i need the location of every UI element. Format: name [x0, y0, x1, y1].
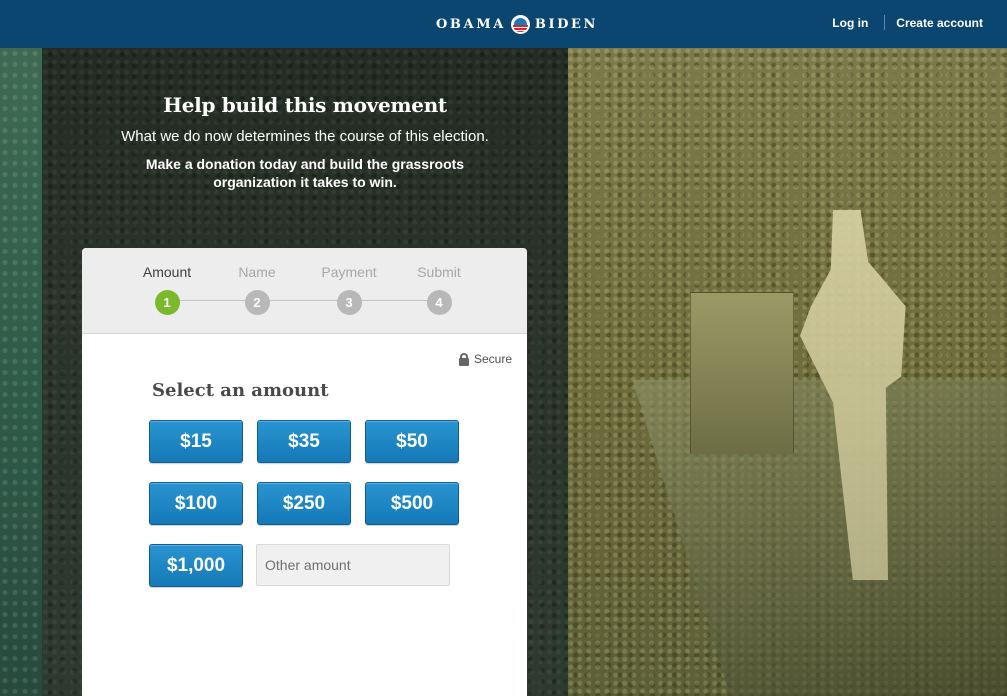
other-amount-input[interactable]: [256, 544, 450, 586]
campaign-logo[interactable]: OBAMA BIDEN: [436, 13, 598, 35]
secure-indicator: Secure: [458, 352, 512, 366]
amount-1000-button[interactable]: $1,000: [149, 544, 243, 587]
logo-text-right: BIDEN: [534, 16, 599, 32]
amount-250-button[interactable]: $250: [257, 482, 351, 525]
amount-15-button[interactable]: $15: [149, 420, 243, 463]
step-number-badge: 4: [426, 290, 452, 315]
campaign-o-logo-icon: [510, 14, 530, 34]
background-photo-left-panel: [0, 48, 42, 696]
amount-50-button[interactable]: $50: [365, 420, 459, 463]
step-number-badge: 2: [244, 290, 270, 315]
amount-35-button[interactable]: $35: [257, 420, 351, 463]
step-submit: Submit 4: [394, 264, 484, 315]
step-label: Name: [238, 264, 276, 280]
login-link[interactable]: Log in: [832, 16, 868, 30]
amount-100-button[interactable]: $100: [149, 482, 243, 525]
step-connector: [349, 300, 439, 301]
step-label: Amount: [142, 264, 192, 280]
create-account-link[interactable]: Create account: [896, 16, 983, 30]
step-connector: [167, 300, 257, 301]
step-label: Submit: [417, 264, 461, 280]
lock-icon: [458, 352, 469, 366]
step-number-badge: 3: [336, 290, 362, 315]
podium-shape: [690, 292, 794, 454]
top-nav-bar: OBAMA BIDEN Log in Create account: [0, 0, 1007, 48]
hero-title: Help build this movement: [163, 93, 447, 117]
hero-subtitle: What we do now determines the course of …: [121, 128, 489, 145]
nav-divider: [884, 15, 886, 30]
select-amount-heading: Select an amount: [152, 380, 329, 401]
hero-cta-text: Make a donation today and build the gras…: [145, 156, 465, 190]
step-connector: [258, 300, 348, 301]
step-amount: Amount 1: [122, 264, 212, 315]
progress-steps: Amount 1 Name 2 Payment 3 Submit 4: [82, 248, 527, 334]
logo-text-left: OBAMA: [436, 16, 506, 32]
amount-500-button[interactable]: $500: [365, 482, 459, 525]
donation-card: Amount 1 Name 2 Payment 3 Submit 4 Secur…: [82, 248, 527, 696]
step-payment: Payment 3: [304, 264, 394, 315]
step-name: Name 2: [212, 264, 302, 315]
account-links: Log in Create account: [832, 15, 983, 30]
step-label: Payment: [321, 264, 377, 280]
step-number-badge: 1: [154, 290, 180, 315]
secure-label: Secure: [473, 352, 512, 366]
